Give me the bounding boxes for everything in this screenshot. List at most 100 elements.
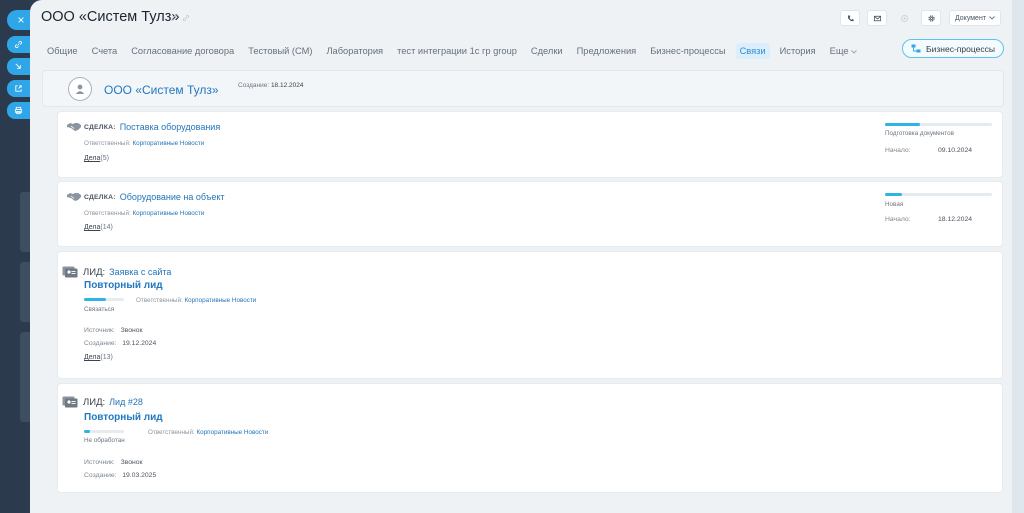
deal-stage: Новая [885, 201, 904, 208]
lead-created: Создание: 19.12.2024 [84, 340, 157, 347]
responsible-link[interactable]: Корпоративные Новости [132, 140, 204, 147]
settings-button[interactable] [921, 10, 941, 26]
slider-side-actions: × [7, 10, 35, 124]
deal-start-label: Начало: [885, 147, 911, 154]
tab-test-cm[interactable]: Тестовый (СМ) [248, 46, 312, 56]
tab-relations[interactable]: Связи [735, 43, 770, 59]
lead-type: ЛИД: [83, 396, 106, 408]
company-summary: ООО «Систем Тулз» Создание: 18.12.2024 [42, 70, 1004, 107]
minimize-icon [15, 63, 21, 69]
mail-icon [873, 15, 881, 21]
deal-header: СДЕЛКА: Оборудование на объект [66, 191, 225, 203]
tab-business-processes[interactable]: Бизнес-процессы [650, 46, 725, 56]
tab-history[interactable]: История [780, 46, 816, 56]
background-tab [20, 192, 30, 252]
lead-subtitle[interactable]: Повторный лид [84, 280, 163, 291]
deal-activities[interactable]: Дела(5) [84, 155, 109, 162]
tab-quotes[interactable]: Предложения [577, 46, 637, 56]
user-icon [75, 84, 85, 94]
deal-title-link[interactable]: Оборудование на объект [120, 192, 225, 202]
lead-card: ЛИД: Заявка с сайта Повторный лид Связат… [57, 251, 1003, 379]
lead-stage: Не обработан [84, 437, 125, 444]
lead-responsible: Ответственный: Корпоративные Новости [136, 297, 257, 304]
lead-type: ЛИД: [83, 266, 106, 278]
lead-created: Создание: 19.03.2025 [84, 472, 157, 479]
tab-invoices[interactable]: Счета [92, 46, 118, 56]
link-icon [14, 40, 23, 49]
responsible-link[interactable]: Корпоративные Новости [196, 429, 268, 436]
background-tab [20, 332, 30, 422]
responsible-link[interactable]: Корпоративные Новости [132, 210, 204, 217]
document-dropdown[interactable]: Документ [949, 10, 1001, 26]
deal-progress-bar [885, 123, 992, 126]
lead-activities[interactable]: Дела(13) [84, 354, 113, 361]
open-new-window-button[interactable] [7, 80, 30, 97]
print-button[interactable] [7, 102, 30, 119]
tab-1c-integration[interactable]: тест интеграции 1с гр group [397, 46, 517, 56]
lead-title-link[interactable]: Лид #28 [109, 397, 143, 407]
avatar [68, 77, 92, 101]
lead-progress-bar [84, 430, 124, 433]
deal-stage: Подготовка документов [885, 130, 954, 137]
background-tab [20, 262, 30, 322]
responsible-link[interactable]: Корпоративные Новости [184, 297, 256, 304]
lead-subtitle[interactable]: Повторный лид [84, 412, 163, 423]
tab-contract-approval[interactable]: Согласование договора [131, 46, 234, 56]
lead-title-link[interactable]: Заявка с сайта [109, 267, 171, 277]
deal-progress-fill [885, 193, 903, 196]
entity-tabs: Общие Счета Согласование договора Тестов… [47, 43, 871, 59]
tab-general[interactable]: Общие [47, 46, 78, 56]
chevron-down-icon [851, 50, 858, 54]
tab-more-label: Еще [829, 46, 849, 56]
deal-responsible: Ответственный: Корпоративные Новости [84, 210, 205, 217]
deal-card: СДЕЛКА: Поставка оборудования Ответствен… [57, 111, 1003, 178]
lead-card-icon [62, 266, 78, 278]
lead-source: Источник: Звонок [84, 327, 143, 334]
edit-icon[interactable] [170, 14, 178, 22]
gear-icon [927, 14, 935, 22]
deal-progress-bar [885, 193, 992, 196]
external-window-icon [15, 85, 22, 92]
deal-type: СДЕЛКА: [84, 193, 116, 201]
messenger-button[interactable] [894, 10, 914, 26]
deal-start-label: Начало: [885, 216, 911, 223]
copy-link-button[interactable] [7, 36, 30, 53]
lead-card-icon [62, 396, 78, 408]
close-icon: × [17, 13, 25, 27]
entity-title: ООО «Систем Тулз» [41, 9, 180, 25]
print-icon [14, 106, 23, 115]
lead-card: ЛИД: Лид #28 Повторный лид Не обработан … [57, 383, 1003, 493]
deal-header: СДЕЛКА: Поставка оборудования [66, 121, 220, 133]
deal-progress-fill [885, 123, 921, 126]
lead-progress-fill [84, 298, 106, 301]
entity-slider-panel: ООО «Систем Тулз» Документ Общие Счета С… [30, 0, 1012, 513]
company-name-link[interactable]: ООО «Систем Тулз» [104, 83, 219, 97]
tab-laboratory[interactable]: Лаборатория [326, 46, 383, 56]
handshake-icon [67, 123, 81, 131]
lead-responsible: Ответственный: Корпоративные Новости [148, 429, 269, 436]
chevron-down-icon [989, 16, 995, 20]
entity-header: ООО «Систем Тулз» Документ Общие Счета С… [30, 0, 1012, 68]
document-label: Документ [954, 14, 987, 22]
deal-start-value: 09.10.2024 [938, 147, 973, 154]
call-button[interactable] [840, 10, 860, 26]
business-process-icon [911, 44, 921, 53]
handshake-icon [67, 193, 81, 201]
business-processes-button[interactable]: Бизнес-процессы [902, 39, 1004, 58]
email-button[interactable] [867, 10, 887, 26]
chat-icon [900, 14, 908, 22]
minimize-button[interactable] [7, 58, 30, 75]
deal-responsible: Ответственный: Корпоративные Новости [84, 140, 205, 147]
link-icon[interactable] [182, 14, 190, 22]
deal-card: СДЕЛКА: Оборудование на объект Ответстве… [57, 181, 1003, 247]
lead-progress-fill [84, 430, 90, 433]
deal-activities[interactable]: Дела(14) [84, 224, 113, 231]
lead-stage: Связаться [84, 306, 115, 313]
deal-type: СДЕЛКА: [84, 123, 116, 131]
deal-title-link[interactable]: Поставка оборудования [120, 122, 221, 132]
background-page-edge [1012, 0, 1024, 513]
business-processes-label: Бизнес-процессы [926, 43, 995, 54]
lead-source: Источник: Звонок [84, 459, 143, 466]
tab-more[interactable]: Еще [830, 46, 858, 56]
tab-deals[interactable]: Сделки [531, 46, 563, 56]
